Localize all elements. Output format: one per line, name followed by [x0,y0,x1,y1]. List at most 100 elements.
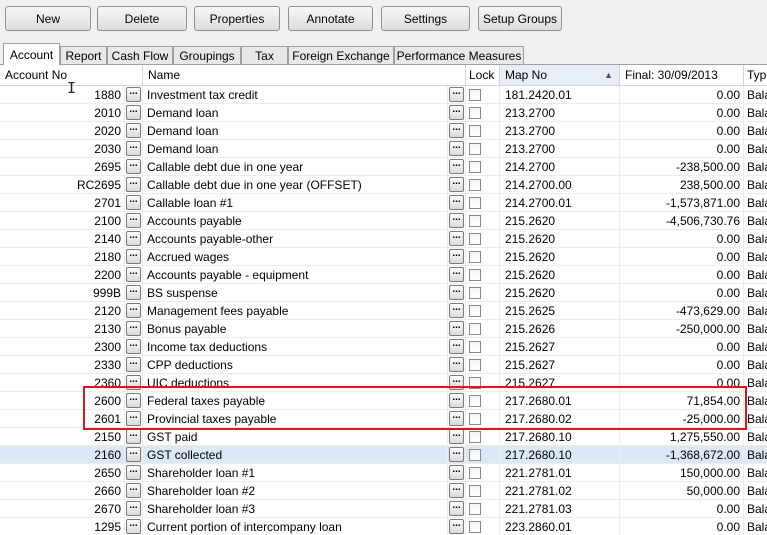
account-no-cell[interactable]: 2100 [0,212,125,230]
name-cell[interactable]: GST collected [143,446,448,464]
table-row[interactable]: RC2695... Callable debt due in one year (… [0,176,767,194]
type-cell[interactable]: Bala [744,464,767,482]
map-no-cell[interactable]: 214.2700.01 [500,194,620,212]
map-no-cell[interactable]: 217.2680.10 [500,446,620,464]
account-browse-button[interactable]: ... [126,213,141,228]
account-no-cell[interactable]: 2180 [0,248,125,266]
account-browse-button[interactable]: ... [126,483,141,498]
map-no-cell[interactable]: 217.2680.10 [500,428,620,446]
table-row[interactable]: 2130... Bonus payable... 215.2626 -250,000.… [0,320,767,338]
name-cell[interactable]: Current portion of intercompany loan [143,518,448,535]
name-cell[interactable]: Bonus payable [143,320,448,338]
table-row[interactable]: 2695... Callable debt due in one year... 2… [0,158,767,176]
table-row[interactable]: 2180...Accrued wages... 215.26200.00Bala [0,248,767,266]
name-cell[interactable]: BS suspense [143,284,448,302]
name-browse-button[interactable]: ... [449,213,464,228]
type-cell[interactable]: Bala [744,122,767,140]
final-balance-cell[interactable]: 0.00 [620,500,744,518]
name-cell[interactable]: Shareholder loan #3 [143,500,448,518]
account-no-cell[interactable]: RC2695 [0,176,125,194]
name-cell[interactable]: Callable loan #1 [143,194,448,212]
lock-checkbox[interactable] [469,269,481,281]
type-cell[interactable]: Bala [744,140,767,158]
account-no-cell[interactable]: 2360 [0,374,125,392]
tab-report[interactable]: Report [60,46,107,65]
map-no-cell[interactable]: 215.2620 [500,248,620,266]
table-row[interactable]: 2670... Shareholder loan #3... 221.2781.03… [0,500,767,518]
table-row[interactable]: 2360...UIC deductions... 215.26270.00Bala [0,374,767,392]
lock-checkbox[interactable] [469,161,481,173]
name-browse-button[interactable]: ... [449,87,464,102]
type-cell[interactable]: Bala [744,104,767,122]
account-browse-button[interactable]: ... [126,105,141,120]
map-no-cell[interactable]: 215.2620 [500,230,620,248]
lock-checkbox[interactable] [469,125,481,137]
tab-tax[interactable]: Tax [241,46,288,65]
final-balance-cell[interactable]: -473,629.00 [620,302,744,320]
account-browse-button[interactable]: ... [126,195,141,210]
tab-account[interactable]: Account [3,43,60,65]
lock-checkbox[interactable] [469,215,481,227]
final-balance-cell[interactable]: 0.00 [620,374,744,392]
name-browse-button[interactable]: ... [449,303,464,318]
map-no-cell[interactable]: 215.2627 [500,338,620,356]
map-no-cell[interactable]: 214.2700 [500,158,620,176]
name-cell[interactable]: Income tax deductions [143,338,448,356]
name-browse-button[interactable]: ... [449,141,464,156]
final-balance-cell[interactable]: 1,275,550.00 [620,428,744,446]
annotate-button[interactable]: Annotate [288,6,373,31]
account-browse-button[interactable]: ... [126,141,141,156]
account-browse-button[interactable]: ... [126,465,141,480]
account-browse-button[interactable]: ... [126,501,141,516]
map-no-cell[interactable]: 221.2781.03 [500,500,620,518]
name-browse-button[interactable]: ... [449,105,464,120]
name-browse-button[interactable]: ... [449,393,464,408]
map-no-cell[interactable]: 213.2700 [500,122,620,140]
name-browse-button[interactable]: ... [449,447,464,462]
map-no-cell[interactable]: 213.2700 [500,104,620,122]
name-browse-button[interactable]: ... [449,321,464,336]
lock-checkbox[interactable] [469,89,481,101]
column-header-lock[interactable]: Lock [466,65,500,85]
type-cell[interactable]: Bala [744,230,767,248]
account-no-cell[interactable]: 2695 [0,158,125,176]
type-cell[interactable]: Bala [744,356,767,374]
lock-checkbox[interactable] [469,287,481,299]
name-cell[interactable]: Accounts payable [143,212,448,230]
account-browse-button[interactable]: ... [126,303,141,318]
map-no-cell[interactable]: 215.2627 [500,374,620,392]
account-browse-button[interactable]: ... [126,447,141,462]
account-no-cell[interactable]: 2670 [0,500,125,518]
name-browse-button[interactable]: ... [449,429,464,444]
type-cell[interactable]: Bala [744,266,767,284]
table-row[interactable]: 1880... Investment tax credit... 181.2420.… [0,86,767,104]
final-balance-cell[interactable]: -250,000.00 [620,320,744,338]
tab-cash-flow[interactable]: Cash Flow [107,46,173,65]
lock-checkbox[interactable] [469,233,481,245]
account-no-cell[interactable]: 2140 [0,230,125,248]
name-browse-button[interactable]: ... [449,501,464,516]
final-balance-cell[interactable]: 0.00 [620,140,744,158]
type-cell[interactable]: Bala [744,374,767,392]
type-cell[interactable]: Bala [744,392,767,410]
lock-checkbox[interactable] [469,503,481,515]
lock-checkbox[interactable] [469,431,481,443]
name-cell[interactable]: Provincial taxes payable [143,410,448,428]
final-balance-cell[interactable]: 0.00 [620,356,744,374]
table-row[interactable]: 999B...BS suspense... 215.26200.00Bala [0,284,767,302]
table-row[interactable]: 2030...Demand loan... 213.27000.00Bala [0,140,767,158]
map-no-cell[interactable]: 181.2420.01 [500,86,620,104]
account-browse-button[interactable]: ... [126,87,141,102]
table-row[interactable]: 2601... Provincial taxes payable... 217.26… [0,410,767,428]
account-no-cell[interactable]: 2300 [0,338,125,356]
column-header-type[interactable]: Typ [744,65,767,85]
account-browse-button[interactable]: ... [126,177,141,192]
map-no-cell[interactable]: 223.2860.01 [500,518,620,535]
account-browse-button[interactable]: ... [126,267,141,282]
final-balance-cell[interactable]: -1,573,871.00 [620,194,744,212]
type-cell[interactable]: Bala [744,320,767,338]
account-no-cell[interactable]: 1880 [0,86,125,104]
name-browse-button[interactable]: ... [449,339,464,354]
name-cell[interactable]: Callable debt due in one year (OFFSET) [143,176,448,194]
account-browse-button[interactable]: ... [126,321,141,336]
